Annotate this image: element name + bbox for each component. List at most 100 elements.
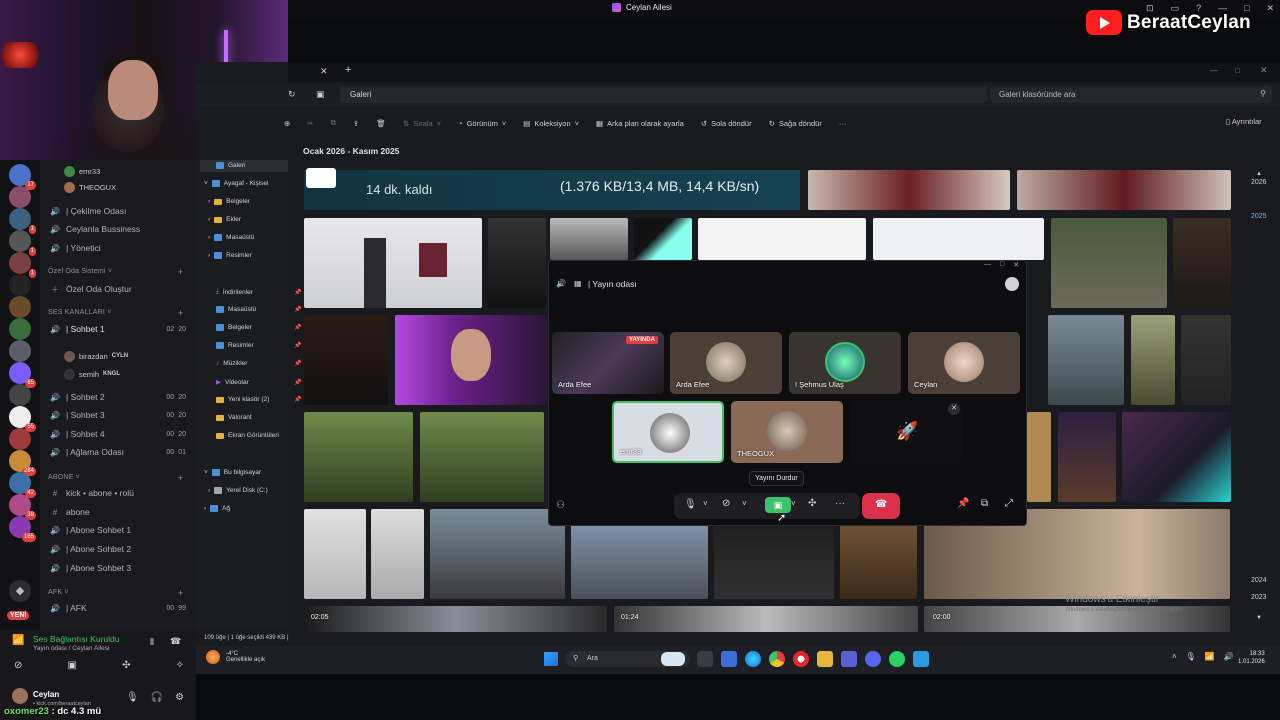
file-explorer-icon[interactable] — [817, 651, 833, 667]
edge-icon[interactable] — [745, 651, 761, 667]
participant-tile[interactable]: THEOGUX — [731, 401, 843, 463]
weather-widget[interactable]: -4°C Genellikle açık — [206, 650, 265, 664]
participant-tile[interactable]: Arda Efee — [670, 332, 782, 394]
document-thumbnail[interactable] — [698, 218, 866, 260]
microphone-icon[interactable]: 🎙 — [684, 499, 697, 510]
new-tab-icon[interactable]: + — [345, 64, 351, 76]
nav-documents[interactable]: › Belgeler — [208, 198, 250, 205]
collection-button[interactable]: ▤ Koleksiyon ˅ — [523, 119, 579, 128]
nav-attachments[interactable]: › Ekler — [208, 216, 241, 223]
activities-icon[interactable]: ✣ — [808, 498, 816, 509]
photo-thumbnail[interactable] — [488, 218, 546, 308]
photo-thumbnail[interactable] — [634, 218, 692, 260]
server-icon[interactable] — [9, 428, 31, 450]
photo-thumbnail[interactable] — [304, 218, 482, 308]
search-input[interactable]: Galeri klasöründe ara ⚲ — [991, 86, 1272, 103]
camera-off-icon[interactable]: ⊘ — [14, 660, 22, 676]
voice-user[interactable]: THEOGUX — [64, 180, 116, 194]
server-icon[interactable] — [9, 186, 31, 208]
channel-abone-sohbet-1[interactable]: 🔊 | Abone Sohbet 1 — [40, 522, 196, 538]
discord-icon[interactable] — [865, 651, 881, 667]
photo-thumbnail[interactable] — [1048, 315, 1124, 405]
close-tab-icon[interactable]: ✕ — [320, 66, 328, 77]
nav-screenshots[interactable]: Ekran Görüntüleri — [216, 432, 279, 439]
nav-valorant[interactable]: Valorant — [216, 414, 252, 421]
task-view-icon[interactable] — [697, 651, 713, 667]
channel-sohbet-1[interactable]: 🔊 | Sohbet 1 02 20 — [40, 321, 196, 337]
avatar[interactable] — [12, 688, 28, 704]
start-icon[interactable] — [544, 652, 558, 666]
close-icon[interactable]: ✕ — [1260, 65, 1268, 76]
voice-channel-name[interactable]: Yayın odası / Ceylan Ailesi — [33, 645, 109, 652]
rotate-left-button[interactable]: ↺ Sola döndür — [701, 119, 752, 128]
minimize-icon[interactable]: — — [984, 261, 991, 269]
minimize-icon[interactable]: — — [1210, 66, 1218, 75]
timeline-year[interactable]: 2023 — [1251, 594, 1267, 601]
disconnect-button[interactable]: ☎ — [862, 493, 900, 519]
sort-button[interactable]: ⇅ Sırala ˅ — [403, 119, 441, 128]
voice-user[interactable]: emr33 — [64, 164, 100, 178]
participant-tile[interactable]: Ceylan — [908, 332, 1020, 394]
nav-downloads[interactable]: ⤓ İndirilenler 📌 — [216, 288, 301, 296]
server-icon[interactable] — [9, 274, 31, 296]
photo-thumbnail[interactable] — [420, 412, 544, 502]
photo-thumbnail[interactable] — [1181, 315, 1231, 405]
photo-thumbnail[interactable] — [430, 509, 565, 599]
nav-local-disk[interactable]: › Yerel Disk (C:) — [208, 487, 268, 494]
chevron-down-icon[interactable]: ˅ — [703, 499, 708, 508]
add-channel-icon[interactable]: + — [178, 588, 183, 598]
nav-new-folder[interactable]: Yeni klasör (2) 📌 — [216, 396, 301, 403]
category-afk[interactable]: AFK ˅ + — [48, 588, 183, 598]
snipping-tool-icon[interactable] — [913, 651, 929, 667]
channel-kick-abone[interactable]: # kick • abone • rolü — [40, 485, 196, 501]
channel-abone-sohbet-3[interactable]: 🔊 | Abone Sohbet 3 — [40, 560, 196, 576]
chat-bubble-icon[interactable] — [1005, 277, 1019, 291]
nav-desktop-2[interactable]: Masaüstü 📌 — [216, 306, 301, 313]
close-icon[interactable]: ✕ — [1267, 3, 1275, 14]
nav-home[interactable]: ˅ Ayagaf - Kişisel — [204, 180, 268, 187]
nav-documents-2[interactable]: Belgeler 📌 — [216, 324, 301, 331]
fullscreen-icon[interactable]: ⤢ — [1005, 498, 1013, 509]
whatsapp-icon[interactable] — [889, 651, 905, 667]
channel-sohbet-3[interactable]: 🔊 | Sohbet 3 00 20 — [40, 407, 196, 423]
chevron-up-icon[interactable]: ˄ — [1172, 652, 1177, 661]
delete-icon[interactable]: 🗑 — [376, 119, 386, 128]
headphones-icon[interactable]: 🎧 — [151, 692, 163, 703]
teams-icon[interactable] — [841, 651, 857, 667]
photo-thumbnail[interactable] — [1131, 315, 1175, 405]
close-activity-icon[interactable]: ✕ — [948, 403, 960, 415]
channel-cekilme[interactable]: 🔊 | Çekilme Odası — [40, 203, 196, 219]
add-people-icon[interactable]: ⚇ — [556, 500, 565, 511]
maximize-icon[interactable]: □ — [1000, 261, 1004, 269]
more-icon[interactable]: ··· — [835, 498, 845, 509]
timeline-down-icon[interactable]: ▼ — [1256, 615, 1262, 621]
photo-thumbnail[interactable] — [304, 315, 388, 405]
set-background-button[interactable]: ▦ Arka plan olarak ayarla — [596, 119, 684, 128]
photo-thumbnail[interactable] — [1173, 218, 1231, 308]
refresh-icon[interactable]: ↻ — [288, 89, 296, 100]
discover-icon[interactable]: ◆ — [9, 580, 31, 602]
server-icon[interactable]: 165 — [9, 516, 36, 542]
channel-sohbet-4[interactable]: 🔊 | Sohbet 4 00 20 — [40, 426, 196, 442]
view-button[interactable]: ◔ Görünüm ˅ — [458, 119, 506, 128]
server-icon[interactable] — [9, 296, 31, 318]
pop-out-icon[interactable]: 📌 — [957, 498, 969, 509]
server-icon[interactable] — [9, 340, 31, 362]
nav-pictures[interactable]: › Resimler — [208, 252, 252, 259]
voice-user[interactable]: birazdan CYLN — [64, 349, 128, 363]
address-bar[interactable]: Galeri — [340, 86, 987, 103]
server-icon[interactable]: 17 — [9, 164, 36, 190]
channel-afk[interactable]: 🔊 | AFK 00 99 — [40, 600, 196, 616]
maximize-icon[interactable]: □ — [1235, 66, 1240, 75]
nav-pictures-2[interactable]: Resimler 📌 — [216, 342, 301, 349]
server-icon[interactable]: 55 — [9, 406, 36, 432]
server-icon[interactable]: 65 — [9, 362, 36, 388]
taskbar-search[interactable]: ⚲ Ara — [565, 651, 690, 667]
photo-thumbnail[interactable] — [1051, 218, 1167, 308]
clock[interactable]: 18:33 1.01.2026 — [1238, 650, 1265, 666]
disconnect-icon[interactable]: ☎ — [170, 636, 181, 647]
server-icon[interactable] — [9, 318, 31, 340]
opera-icon[interactable] — [793, 651, 809, 667]
details-button[interactable]: ▯ Ayrıntılar — [1226, 117, 1262, 126]
screen-share-icon[interactable]: ▣ — [68, 660, 77, 676]
